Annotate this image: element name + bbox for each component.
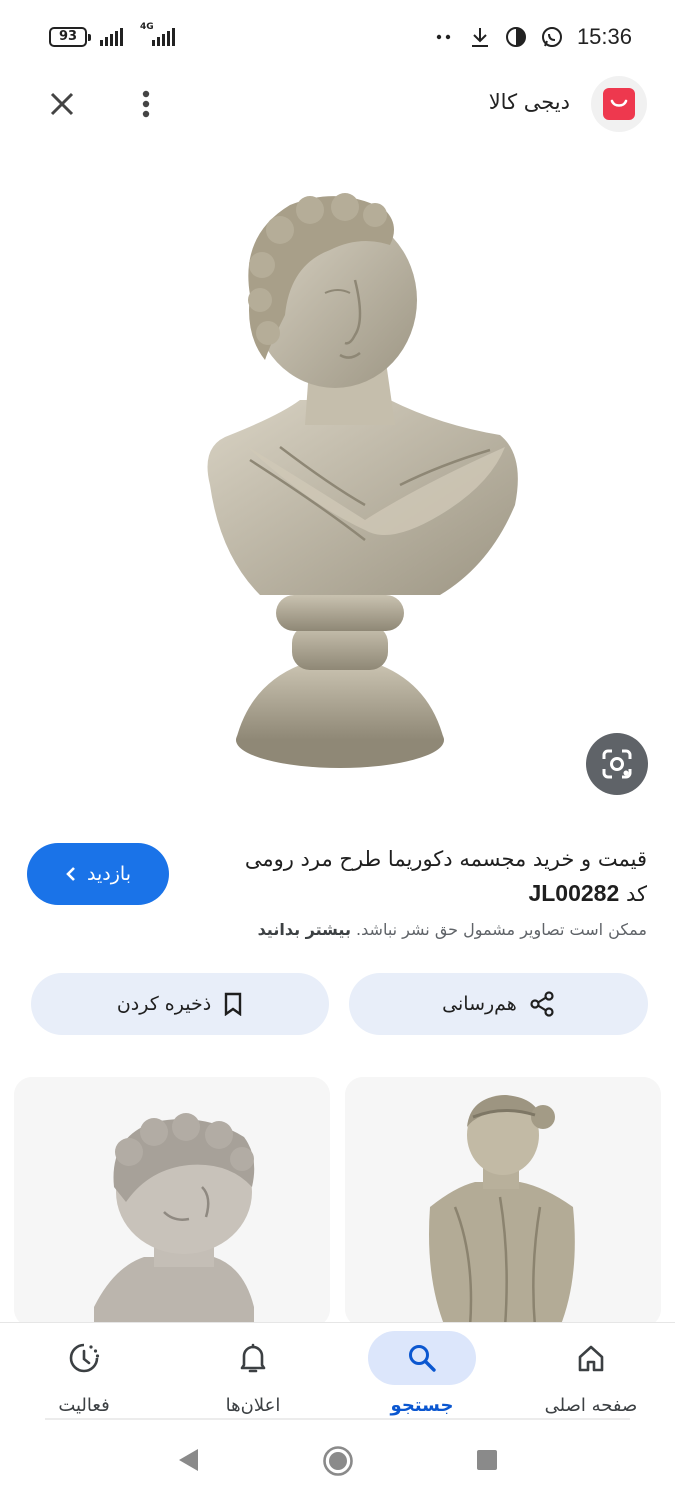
close-icon bbox=[50, 92, 74, 116]
nav-item-activity[interactable]: فعالیت bbox=[0, 1323, 168, 1423]
clock: 15:36 bbox=[576, 24, 632, 49]
activity-icon bbox=[69, 1343, 100, 1373]
dots-icon bbox=[433, 26, 455, 48]
signal-icon-2 bbox=[152, 28, 175, 46]
visit-label: بازدید bbox=[87, 863, 131, 885]
female-bust-image bbox=[345, 1077, 661, 1327]
nav-label-home: صفحه اصلی bbox=[544, 1395, 638, 1416]
share-icon bbox=[530, 991, 554, 1017]
bookmark-icon bbox=[224, 992, 242, 1016]
battery-indicator: 93 bbox=[49, 27, 91, 47]
share-button[interactable]: هم‌رسانی bbox=[349, 973, 648, 1035]
signal-icon bbox=[100, 28, 123, 46]
chevron-left-icon bbox=[66, 867, 75, 881]
site-logo[interactable] bbox=[591, 76, 647, 132]
vpn-icon bbox=[505, 26, 527, 48]
result-title-text: قیمت و خرید مجسمه دکوریما طرح مرد رومی bbox=[244, 847, 647, 871]
google-lens-icon bbox=[602, 749, 632, 779]
system-navigation bbox=[0, 1420, 675, 1500]
related-result-card[interactable] bbox=[14, 1077, 330, 1327]
result-code-prefix: کد bbox=[625, 882, 647, 906]
roman-bust-image bbox=[207, 193, 518, 768]
result-title[interactable]: قیمت و خرید مجسمه دکوریما طرح مرد رومی ک… bbox=[187, 842, 647, 911]
learn-more-link[interactable]: بیشتر بدانید bbox=[258, 920, 351, 939]
system-back-icon[interactable] bbox=[176, 1447, 200, 1473]
whatsapp-icon bbox=[541, 26, 563, 48]
lens-search-button[interactable] bbox=[586, 733, 648, 795]
more-vert-icon bbox=[142, 90, 150, 118]
top-app-bar: دیجی کالا bbox=[0, 76, 675, 136]
main-result-image[interactable] bbox=[190, 185, 530, 775]
digikala-logo-icon bbox=[603, 88, 635, 120]
save-label: ذخیره کردن bbox=[116, 993, 212, 1015]
bell-icon bbox=[240, 1343, 266, 1373]
home-icon bbox=[578, 1345, 604, 1372]
download-icon bbox=[469, 26, 491, 48]
close-button[interactable] bbox=[42, 84, 82, 124]
nav-item-search[interactable]: جستجو bbox=[338, 1323, 506, 1423]
nav-label-activity: فعالیت bbox=[58, 1395, 110, 1416]
visit-button[interactable]: بازدید bbox=[27, 843, 169, 905]
share-label: هم‌رسانی bbox=[442, 993, 517, 1015]
bottom-navigation: صفحه اصلی جستجو اعلان‌ها ف bbox=[0, 1322, 675, 1422]
more-options-button[interactable] bbox=[126, 84, 166, 124]
nav-label-notifications: اعلان‌ها bbox=[225, 1395, 281, 1416]
system-recents-icon[interactable] bbox=[477, 1450, 497, 1470]
status-bar: 93 4G 15:36 bbox=[0, 0, 675, 76]
related-result-card[interactable] bbox=[345, 1077, 661, 1327]
result-code: JL00282 bbox=[528, 880, 620, 906]
david-bust-image bbox=[14, 1077, 330, 1327]
nav-item-notifications[interactable]: اعلان‌ها bbox=[169, 1323, 337, 1423]
site-name[interactable]: دیجی کالا bbox=[489, 90, 570, 114]
nav-item-home[interactable]: صفحه اصلی bbox=[507, 1323, 675, 1423]
copyright-text: ممکن است تصاویر مشمول حق نشر نباشد. bbox=[356, 920, 647, 939]
save-button[interactable]: ذخیره کردن bbox=[31, 973, 329, 1035]
search-icon bbox=[409, 1345, 436, 1372]
system-home-icon[interactable] bbox=[322, 1445, 354, 1477]
copyright-notice: ممکن است تصاویر مشمول حق نشر نباشد. بیشت… bbox=[258, 920, 647, 939]
nav-label-search: جستجو bbox=[390, 1395, 454, 1416]
